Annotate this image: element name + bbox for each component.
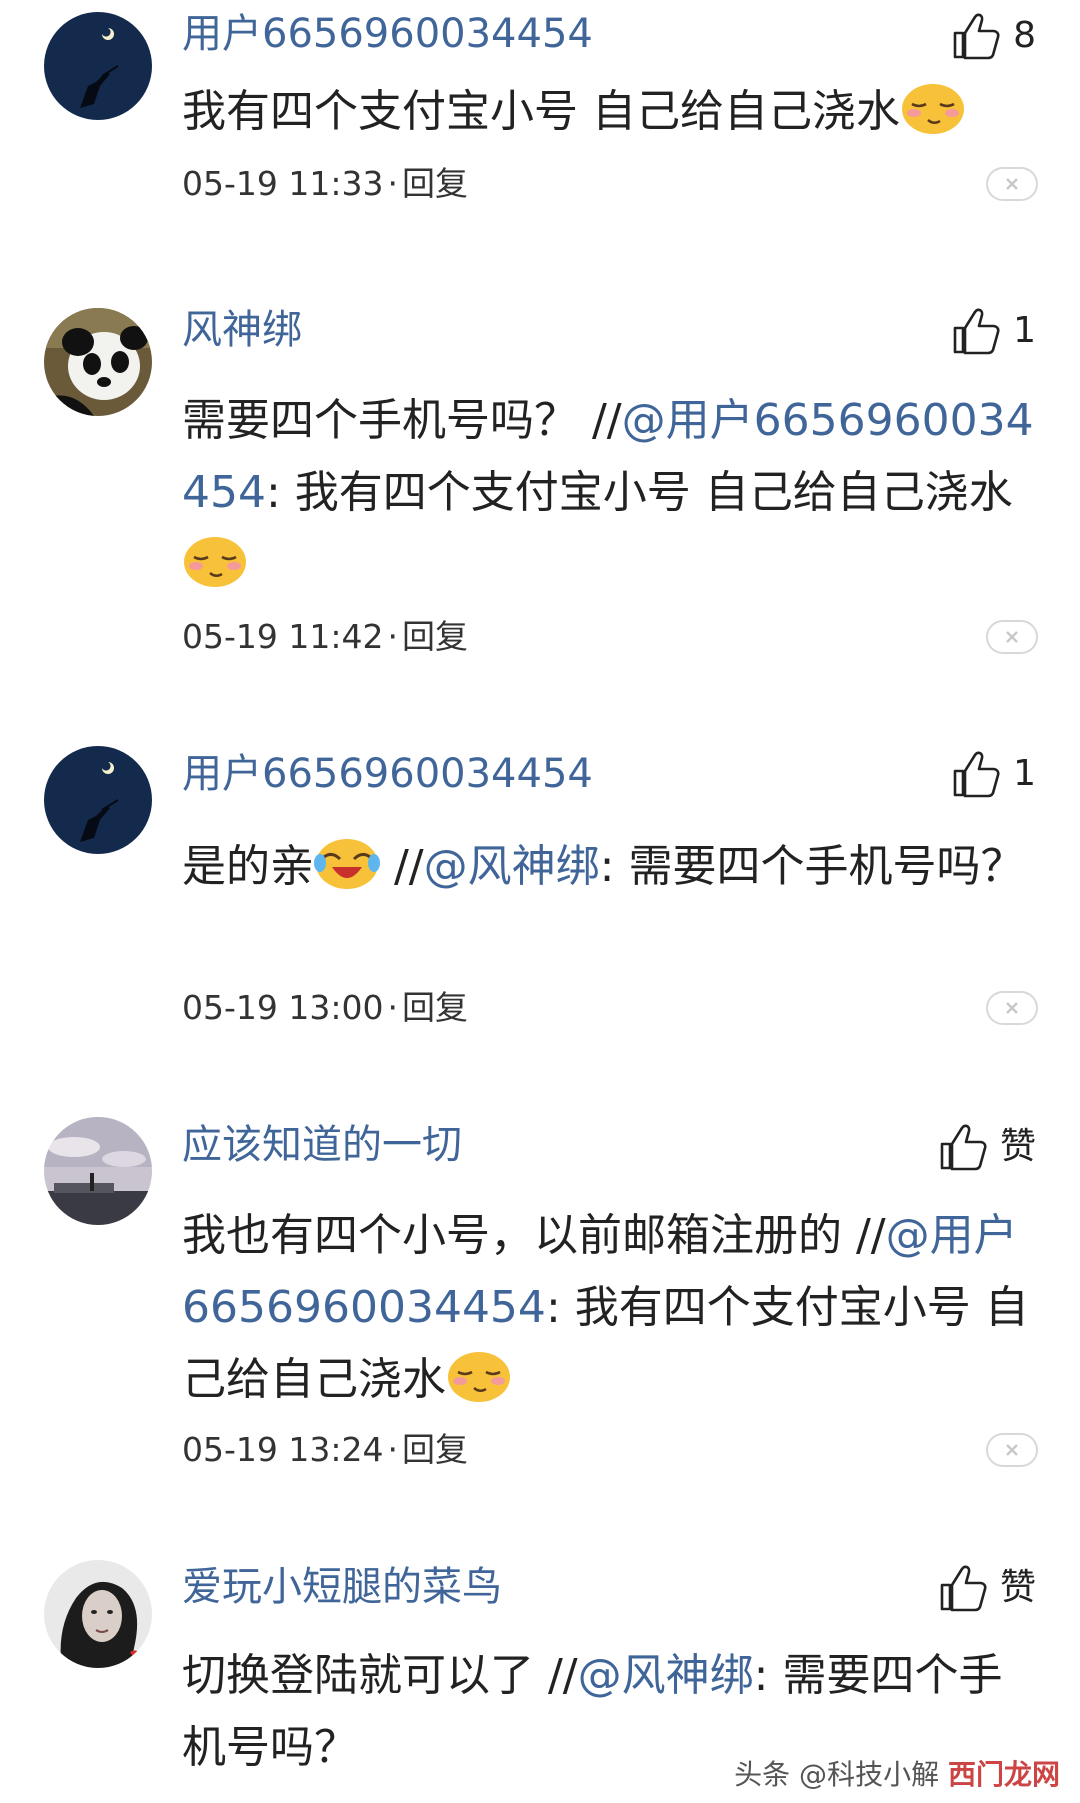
avatar[interactable] (44, 12, 152, 120)
thumbs-up-icon (940, 1124, 987, 1171)
close-icon (1006, 1002, 1018, 1014)
like-count: 1 (1013, 310, 1036, 351)
comment-meta: 05-19 13:00 · 回复 (182, 988, 468, 1027)
username[interactable]: 风神绑 (182, 306, 302, 354)
username[interactable]: 爱玩小短腿的菜鸟 (182, 1563, 502, 1611)
smirk-emoji (902, 84, 964, 134)
like-label: 赞 (999, 1567, 1036, 1608)
like-button[interactable]: 8 (951, 8, 1036, 64)
timestamp: 05-19 11:42 (182, 617, 384, 656)
close-icon (1006, 1444, 1018, 1456)
like-count: 1 (1013, 753, 1036, 794)
dismiss-button[interactable] (986, 1433, 1038, 1467)
comment-text: 是的亲 //@风神绑: 需要四个手机号吗？ (182, 831, 1038, 903)
reply-link[interactable]: 回复 (402, 988, 468, 1027)
comment-meta: 05-19 11:42 · 回复 (182, 617, 468, 656)
reply-link[interactable]: 回复 (402, 1430, 468, 1469)
comment-meta: 05-19 11:33 · 回复 (182, 164, 468, 203)
comment-text: 我有四个支付宝小号 自己给自己浇水 (182, 76, 1038, 148)
like-button[interactable]: 1 (951, 303, 1036, 359)
mention-link[interactable]: @风神绑 (424, 841, 600, 892)
thumbs-up-icon (953, 13, 1000, 60)
smirk-emoji (184, 537, 246, 587)
timestamp: 05-19 13:00 (182, 988, 384, 1027)
close-icon (1006, 631, 1018, 643)
username[interactable]: 应该知道的一切 (182, 1121, 462, 1169)
thumbs-up-icon (953, 751, 1000, 798)
dismiss-button[interactable] (986, 620, 1038, 654)
avatar[interactable] (44, 308, 152, 416)
like-label: 赞 (999, 1126, 1036, 1167)
avatar[interactable] (44, 1117, 152, 1225)
mention-link[interactable]: @风神绑 (578, 1650, 754, 1701)
like-button[interactable]: 赞 (938, 1119, 1036, 1175)
timestamp: 05-19 13:24 (182, 1430, 384, 1469)
comment-meta: 05-19 13:24 · 回复 (182, 1430, 468, 1469)
close-icon (1006, 178, 1018, 190)
like-button[interactable]: 赞 (938, 1560, 1036, 1616)
thumbs-up-icon (953, 308, 1000, 355)
like-button[interactable]: 1 (951, 746, 1036, 802)
smirk-emoji (448, 1352, 510, 1402)
thumbs-up-icon (940, 1565, 987, 1612)
avatar[interactable] (44, 1560, 152, 1668)
watermark: 头条 @科技小解 西门龙网 (734, 1758, 1060, 1791)
username[interactable]: 用户6656960034454 (182, 10, 593, 58)
reply-link[interactable]: 回复 (402, 617, 468, 656)
avatar[interactable] (44, 746, 152, 854)
dismiss-button[interactable] (986, 991, 1038, 1025)
laugh-cry-emoji (314, 839, 380, 889)
username[interactable]: 用户6656960034454 (182, 750, 593, 798)
reply-link[interactable]: 回复 (402, 164, 468, 203)
dismiss-button[interactable] (986, 167, 1038, 201)
comment-text: 我也有四个小号，以前邮箱注册的 //@用户6656960034454: 我有四个… (182, 1210, 1029, 1405)
comment-text: 需要四个手机号吗？ //@用户6656960034454: 我有四个支付宝小号 … (182, 385, 1038, 601)
like-count: 8 (1013, 15, 1036, 56)
timestamp: 05-19 11:33 (182, 164, 384, 203)
